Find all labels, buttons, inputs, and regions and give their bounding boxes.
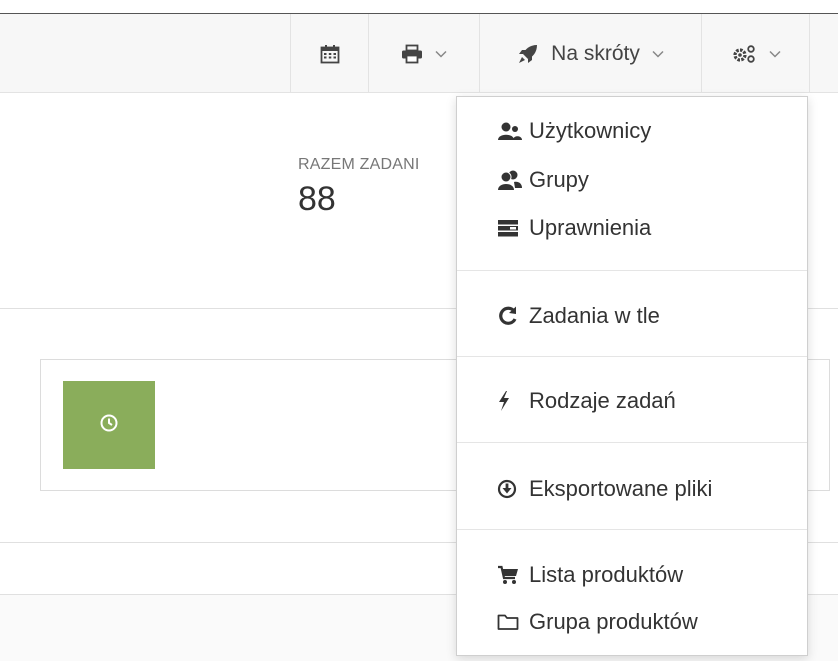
menu-item-label: Grupa produktów	[529, 609, 698, 634]
bolt-icon	[497, 390, 529, 412]
shortcuts-dropdown-menu: Użytkownicy Grupy Uprawnienia Zadania w …	[456, 96, 808, 656]
menu-divider	[457, 356, 807, 357]
clock-icon	[100, 414, 118, 437]
window-top-edge	[0, 0, 838, 14]
calendar-icon	[320, 44, 340, 64]
menu-item-product-list[interactable]: Lista produktów	[457, 555, 807, 595]
menu-item-label: Lista produktów	[529, 562, 684, 587]
menu-item-groups[interactable]: Grupy	[457, 160, 807, 200]
menu-item-users[interactable]: Użytkownicy	[457, 111, 807, 151]
stat-label: RAZEM ZADANI	[298, 156, 420, 173]
menu-divider	[457, 442, 807, 443]
menu-item-label: Grupy	[529, 167, 589, 192]
menu-item-label: Użytkownicy	[529, 118, 652, 143]
folder-icon	[497, 613, 529, 631]
users-icon	[497, 121, 529, 141]
cart-icon	[497, 565, 529, 585]
menu-item-label: Zadania w tle	[529, 303, 660, 328]
menu-divider	[457, 529, 807, 530]
menu-item-exported-files[interactable]: Eksportowane pliki	[457, 469, 807, 509]
permissions-icon	[497, 219, 529, 237]
calendar-button[interactable]	[290, 14, 368, 93]
download-circle-icon	[497, 479, 529, 499]
chevron-down-icon	[652, 50, 664, 58]
stat-value: 88	[298, 180, 336, 218]
rocket-icon	[517, 43, 539, 65]
top-navbar: Na skróty	[0, 14, 838, 93]
menu-item-background-tasks[interactable]: Zadania w tle	[457, 296, 807, 336]
print-dropdown-button[interactable]	[368, 14, 479, 93]
shortcuts-dropdown-button[interactable]: Na skróty	[479, 14, 701, 93]
group-icon	[497, 169, 529, 191]
card-icon-box	[63, 381, 155, 469]
chevron-down-icon	[435, 50, 447, 58]
menu-item-product-group[interactable]: Grupa produktów	[457, 602, 807, 642]
print-icon	[401, 44, 423, 64]
shortcuts-label: Na skróty	[551, 41, 640, 65]
chevron-down-icon	[768, 50, 781, 58]
menu-item-task-types[interactable]: Rodzaje zadań	[457, 381, 807, 421]
menu-item-permissions[interactable]: Uprawnienia	[457, 208, 807, 248]
settings-dropdown-button[interactable]	[701, 14, 810, 93]
menu-item-label: Rodzaje zadań	[529, 388, 676, 413]
cogs-icon	[731, 44, 757, 64]
menu-item-label: Uprawnienia	[529, 215, 652, 240]
menu-divider	[457, 270, 807, 271]
refresh-icon	[497, 305, 529, 327]
menu-item-label: Eksportowane pliki	[529, 476, 713, 501]
